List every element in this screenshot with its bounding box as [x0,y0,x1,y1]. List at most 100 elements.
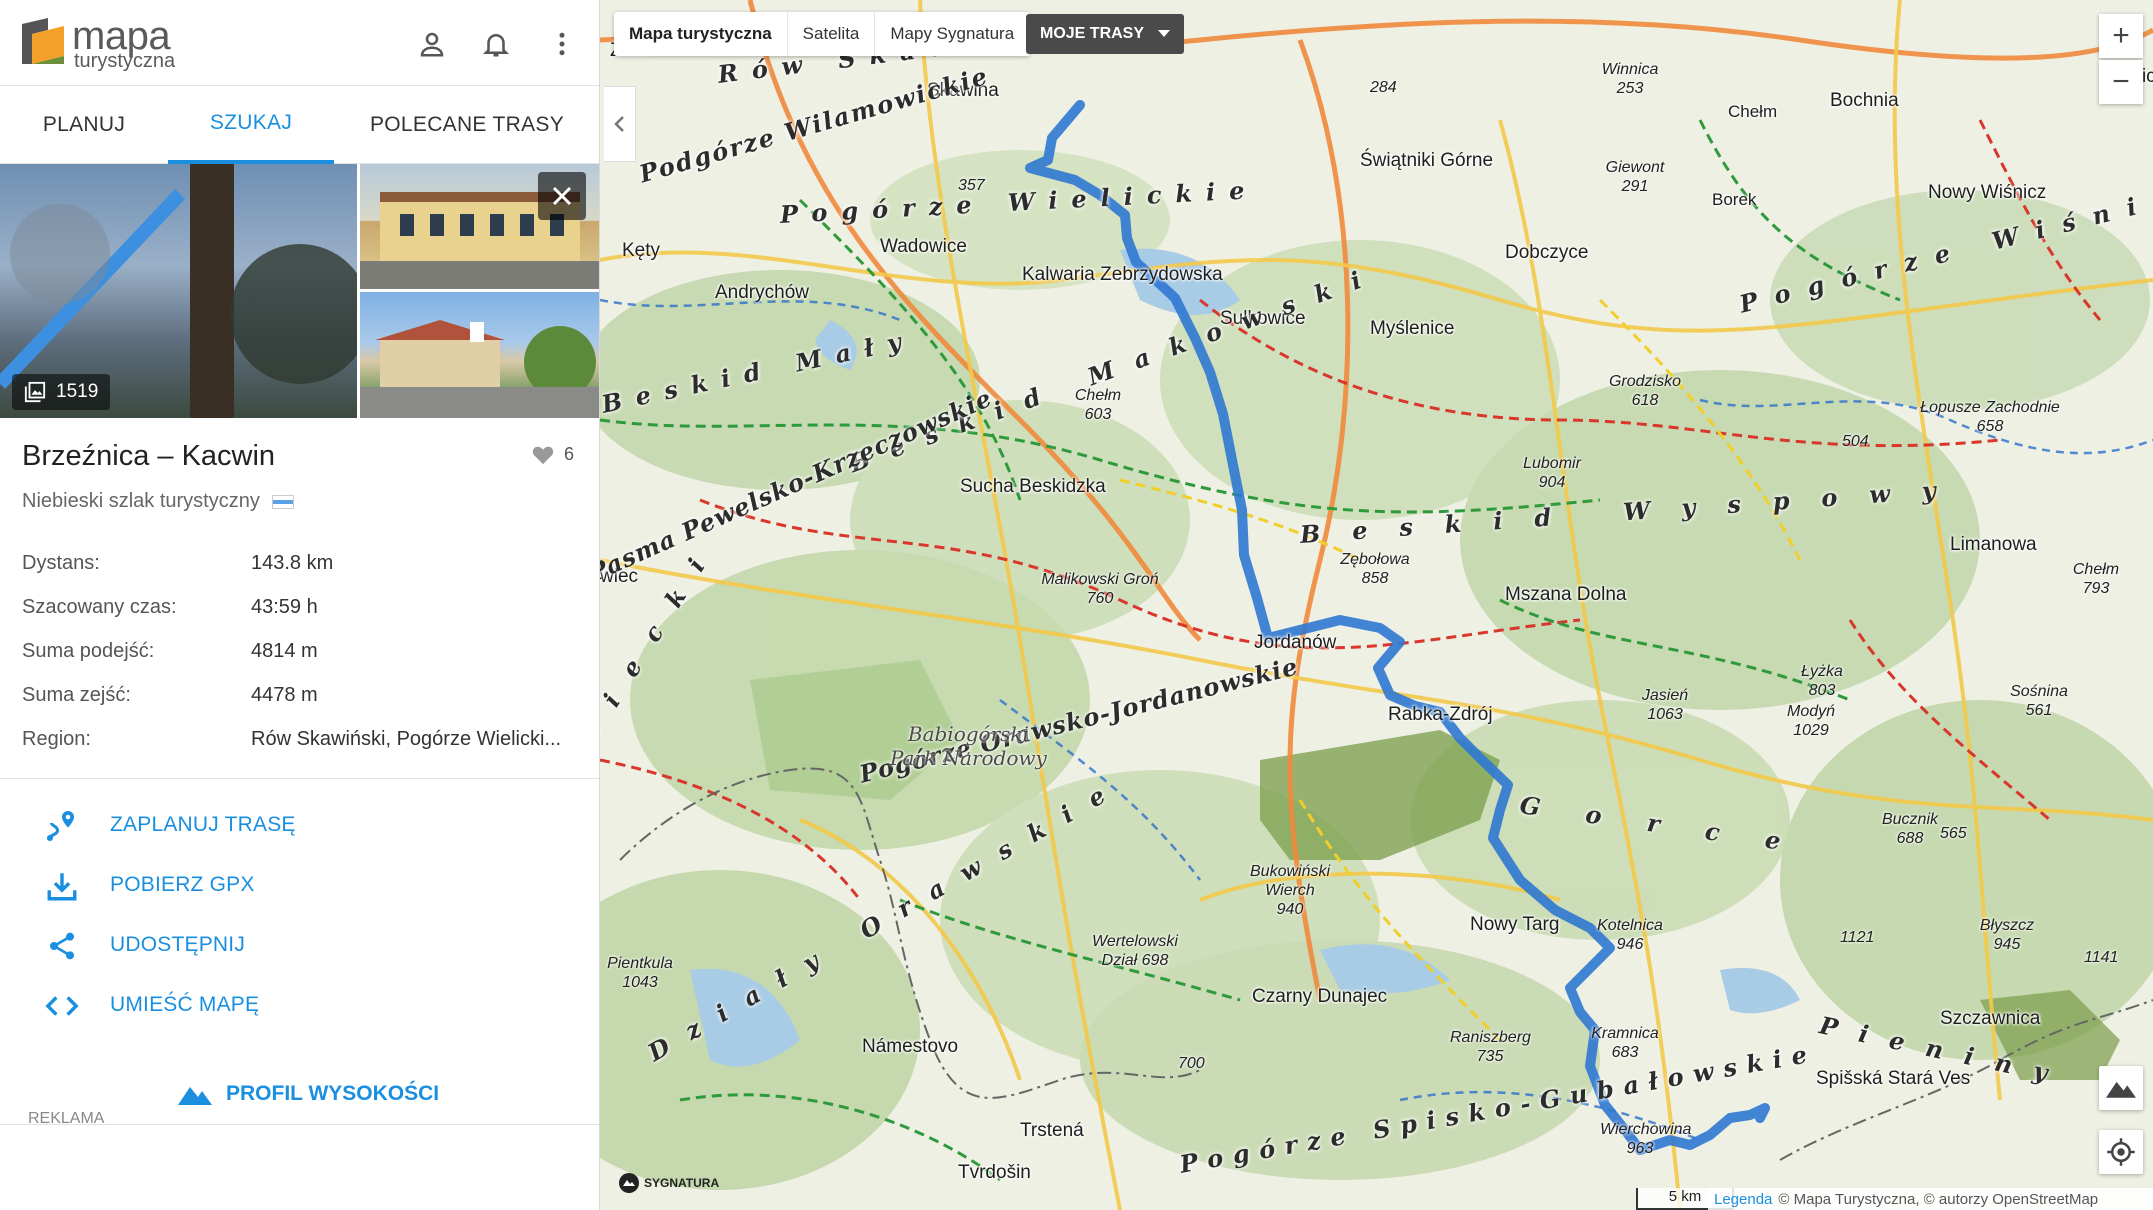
sidebar-panel: mapa turystyczna PLANUJ SZUKAJ POLECANE … [0,0,600,1210]
peak-label: Jasień 1063 [1641,687,1689,723]
map-canvas[interactable] [600,0,2153,1210]
embed-map-button[interactable]: UMIEŚĆ MAPĘ [0,976,599,1032]
collapse-panel-button[interactable] [604,86,636,162]
town-label: Dobczyce [1505,242,1589,263]
route-type: Niebieski szlak turystyczny [22,490,294,513]
peak-label: Raniszberg 735 [1450,1029,1531,1065]
share-icon [44,928,80,964]
park-label-line1: Babiogórski [907,722,1029,746]
peak-label: Błyszcz 945 [1979,917,2035,953]
peak-label: Łopusze Zachodnie 658 [1920,399,2060,435]
action-label: UDOSTĘPNIJ [110,933,246,956]
peak-label: Zębołowa 858 [1340,551,1410,587]
ad-label: REKLAMA [28,1110,105,1127]
my-routes-dropdown[interactable]: MOJE TRASY [1026,14,1185,54]
tab-search[interactable]: SZUKAJ [168,86,334,164]
action-label: UMIEŚĆ MAPĘ [110,993,260,1016]
sygnatura-text: SYGNATURA [644,1176,720,1190]
zoom-out-button[interactable]: − [2099,60,2143,104]
code-icon [44,988,80,1024]
peak-label: Kotelnica 946 [1597,917,1663,953]
route-type-label: Niebieski szlak turystyczny [22,490,260,512]
town-label: Trstená [1020,1120,1084,1141]
download-gpx-button[interactable]: POBIERZ GPX [0,856,599,912]
legend-link[interactable]: Legenda [1714,1191,1772,1208]
divider [0,1124,599,1125]
stat-distance: Dystans: 143.8 km [22,548,582,592]
town-label: Borek [1712,190,1757,209]
stat-value: 143.8 km [251,552,334,574]
tab-plan[interactable]: PLANUJ [0,86,168,164]
stat-value: 43:59 h [251,596,318,618]
my-routes-label: MOJE TRASY [1040,25,1145,42]
photo-count-badge[interactable]: 1519 [12,374,111,410]
map-view[interactable]: Zator Skawina Wieliczka Bochnia Chełm Kę… [600,0,2153,1210]
peak-label: Wierchowina 963 [1600,1121,1692,1157]
notifications-bell-icon[interactable] [476,24,516,64]
peak-label: Bukowiński Wierch 940 [1250,863,1331,918]
peak-label: 700 [1178,1055,1205,1072]
layer-satellite[interactable]: Satelita [788,12,876,56]
park-label-line2: Park Narodowy [890,746,1047,770]
mountain-icon [178,1087,212,1105]
peak-label: Modyń 1029 [1786,703,1836,739]
photo-count-value: 1519 [56,381,99,402]
layer-tourist-map[interactable]: Mapa turystyczna [614,12,788,56]
elevation-profile-button[interactable]: PROFIL WYSOKOŚCI [178,1076,439,1112]
town-label: Nowy Targ [1470,914,1560,935]
mountain-icon [2106,1081,2136,1098]
peak-label: 1121 [1840,929,1875,946]
town-label: Námestovo [862,1036,959,1057]
stat-region: Region: Rów Skawiński, Pogórze Wielicki.… [22,724,582,768]
route-stats: Dystans: 143.8 km Szacowany czas: 43:59 … [22,548,582,768]
town-label: Spišská Stará Ves [1816,1068,1971,1089]
account-icon[interactable] [412,24,452,64]
plan-route-button[interactable]: ZAPLANUJ TRASĘ [0,796,599,852]
app-header: mapa turystyczna [0,0,599,86]
town-label: Jordanów [1254,632,1337,653]
likes-counter[interactable]: 6 [532,444,574,465]
photo-gallery[interactable]: 1519 [0,164,599,418]
town-label: Świątniki Górne [1360,150,1494,171]
more-menu-icon[interactable] [542,24,582,64]
town-label: Chełm [1728,102,1778,121]
stat-label: Region: [22,728,91,750]
share-button[interactable]: UDOSTĘPNIJ [0,916,599,972]
logo[interactable]: mapa turystyczna [18,14,188,72]
map-layer-switcher: Mapa turystyczna Satelita Mapy Sygnatura [614,12,1031,56]
action-label: ZAPLANUJ TRASĘ [110,813,296,836]
town-label: Tvrdošin [958,1162,1031,1183]
peak-label: Grodzisko 618 [1608,373,1682,409]
download-icon [44,868,80,904]
town-label: Kęty [622,240,661,261]
town-label: Kalwaria Zebrzydowska [1022,264,1223,285]
sygnatura-logo: SYGNATURA [618,1172,719,1194]
stat-value: 4478 m [251,684,318,706]
town-label: Nowy Wiśnicz [1928,182,2047,203]
stat-label: Dystans: [22,552,100,574]
peak-label: 284 [1370,79,1397,96]
layer-sygnatura[interactable]: Mapy Sygnatura [875,12,1031,56]
peak-label: Łyżka 803 [1801,663,1843,699]
divider [0,778,599,779]
likes-count: 6 [564,444,575,464]
caret-down-icon [1158,30,1171,37]
action-label: POBIERZ GPX [110,873,255,896]
close-photos-button[interactable] [538,172,586,220]
town-label: Limanowa [1950,534,2037,555]
peak-label: Wertelowski Dział 698 [1092,933,1178,969]
photo-library-icon [24,381,46,403]
main-tabs: PLANUJ SZUKAJ POLECANE TRASY [0,86,599,164]
elevation-profile-map-button[interactable] [2099,1066,2143,1110]
route-photo-building[interactable] [360,292,599,418]
route-pin-icon [44,808,80,844]
stat-label: Suma podejść: [22,640,155,662]
stat-value: Rów Skawiński, Pogórze Wielicki... [251,728,562,750]
tab-recommended-routes[interactable]: POLECANE TRASY [334,86,599,164]
zoom-in-button[interactable]: + [2099,14,2143,58]
gps-locate-icon [2107,1138,2135,1166]
peak-label: 1141 [2084,949,2119,966]
town-label: Mszana Dolna [1505,584,1627,605]
stat-estimated-time: Szacowany czas: 43:59 h [22,592,582,636]
locate-me-button[interactable] [2099,1130,2143,1174]
